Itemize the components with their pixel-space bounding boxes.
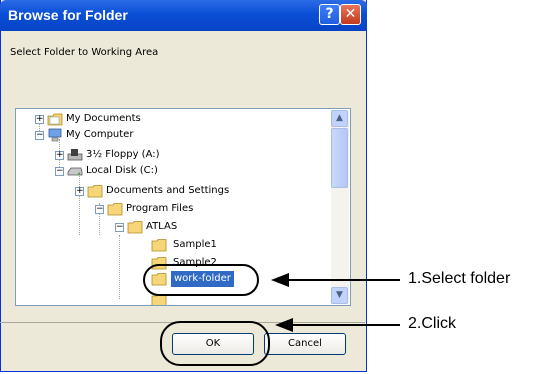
tree-item-label: 3½ Floppy (A:) bbox=[86, 149, 160, 160]
tree-item-label: Sample1 bbox=[173, 239, 217, 250]
collapse-icon[interactable]: − bbox=[115, 223, 124, 232]
callout-select-folder: 1.Select folder bbox=[408, 270, 511, 287]
folder-icon bbox=[127, 221, 143, 234]
tree-item-label: My Documents bbox=[66, 113, 141, 124]
instruction-text: Select Folder to Working Area bbox=[10, 47, 159, 58]
folder-icon bbox=[151, 239, 167, 252]
folder-icon bbox=[107, 203, 123, 216]
cancel-button[interactable]: Cancel bbox=[264, 333, 346, 355]
tree-item-label: Local Disk (C:) bbox=[86, 165, 158, 176]
vertical-scrollbar[interactable]: ▲ ▼ bbox=[331, 110, 349, 304]
highlight-oval-ok bbox=[160, 321, 270, 366]
scroll-thumb[interactable] bbox=[331, 128, 348, 188]
tree-item-label: ATLAS bbox=[146, 221, 178, 232]
floppy-drive-icon bbox=[67, 149, 83, 161]
arrow-line bbox=[285, 279, 400, 281]
dialog-title: Browse for Folder bbox=[8, 7, 128, 23]
help-button[interactable]: ? bbox=[319, 4, 340, 25]
tree-item-label: My Computer bbox=[66, 129, 134, 140]
close-button[interactable]: ✕ bbox=[340, 4, 361, 25]
folder-icon bbox=[87, 185, 103, 198]
title-bar[interactable]: Browse for Folder ? ✕ bbox=[0, 0, 367, 31]
computer-icon bbox=[48, 128, 62, 142]
tree-item-label: Program Files bbox=[126, 203, 194, 214]
collapse-icon[interactable]: − bbox=[95, 205, 104, 214]
arrow-line bbox=[289, 324, 400, 326]
expand-icon[interactable]: + bbox=[35, 115, 44, 124]
tree-item-label: Documents and Settings bbox=[106, 185, 230, 196]
callout-click: 2.Click bbox=[408, 315, 457, 332]
hard-disk-icon bbox=[67, 167, 83, 176]
my-documents-icon bbox=[47, 113, 63, 126]
highlight-oval-folder bbox=[143, 264, 259, 296]
collapse-icon[interactable]: − bbox=[35, 131, 44, 140]
expand-icon[interactable]: + bbox=[75, 187, 84, 196]
collapse-icon[interactable]: − bbox=[55, 167, 64, 176]
expand-icon[interactable]: + bbox=[55, 151, 64, 160]
scroll-down-icon[interactable]: ▼ bbox=[331, 287, 348, 304]
scroll-up-icon[interactable]: ▲ bbox=[331, 110, 348, 127]
